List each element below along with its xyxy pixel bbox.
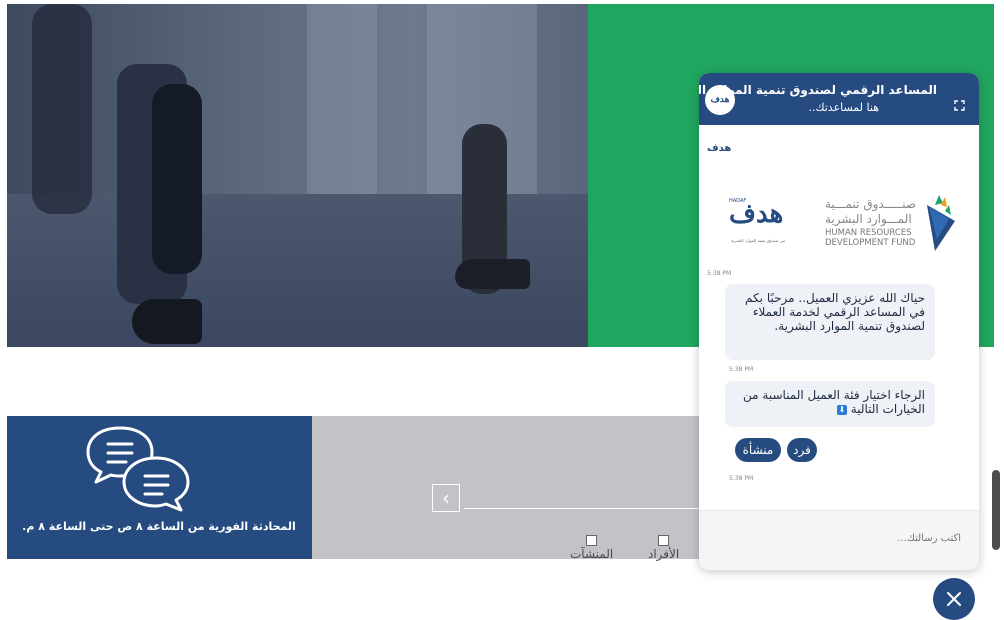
checkbox-icon[interactable] xyxy=(586,535,598,546)
slider-prev-button[interactable]: ‹ xyxy=(432,484,460,512)
bot-message: حياك الله عزيزي العميل.. مرحبًا بكم في ا… xyxy=(725,284,935,360)
arrow-down-icon: ⬇ xyxy=(836,404,847,415)
expand-icon[interactable] xyxy=(954,100,965,111)
close-icon xyxy=(947,592,961,606)
chat-close-button[interactable] xyxy=(933,578,975,620)
hrdf-logo: HADAF هدف من صندوق تنمية الموارد البشرية… xyxy=(729,191,959,261)
support-hours-text: المحادثة الفورية من الساعة ٨ ص حتى الساع… xyxy=(22,520,296,533)
option-establishment-button[interactable]: منشأة xyxy=(735,438,781,462)
page-scrollbar-thumb[interactable] xyxy=(992,470,1000,550)
page: المحادثة الفورية من الساعة ٨ ص حتى الساع… xyxy=(0,0,1004,620)
chat-header: هدف المساعد الرقمي لصندوق تنمية الموارد … xyxy=(699,73,979,125)
chat-message-input[interactable] xyxy=(709,525,963,551)
chat-input-bar xyxy=(699,510,979,570)
filter-label: الأفراد xyxy=(648,547,680,561)
hrdf-mark-icon xyxy=(927,195,955,251)
chat-title: المساعد الرقمي لصندوق تنمية الموارد البش… xyxy=(699,83,937,97)
message-time: 5:38 PM xyxy=(707,270,732,277)
message-time: 5:38 PM xyxy=(729,366,754,373)
hero-image xyxy=(7,4,588,347)
filter-establishments[interactable]: المنشآت xyxy=(570,535,613,561)
chat-subtitle: هنا لمساعدتك.. xyxy=(808,101,879,114)
filter-individuals[interactable]: الأفراد xyxy=(648,535,679,561)
bot-avatar: هدف xyxy=(707,143,732,154)
bot-message: الرجاء اختيار فئة العميل المناسبة من الخ… xyxy=(725,381,935,427)
message-time: 5:38 PM xyxy=(729,475,754,482)
checkbox-icon[interactable] xyxy=(658,535,670,546)
option-individual-button[interactable]: فرد xyxy=(787,438,817,462)
filter-label: المنشآت xyxy=(570,547,614,561)
slider-area xyxy=(312,416,762,559)
chat-bubbles-icon xyxy=(86,426,190,512)
chat-widget: هدف المساعد الرقمي لصندوق تنمية الموارد … xyxy=(699,73,979,570)
